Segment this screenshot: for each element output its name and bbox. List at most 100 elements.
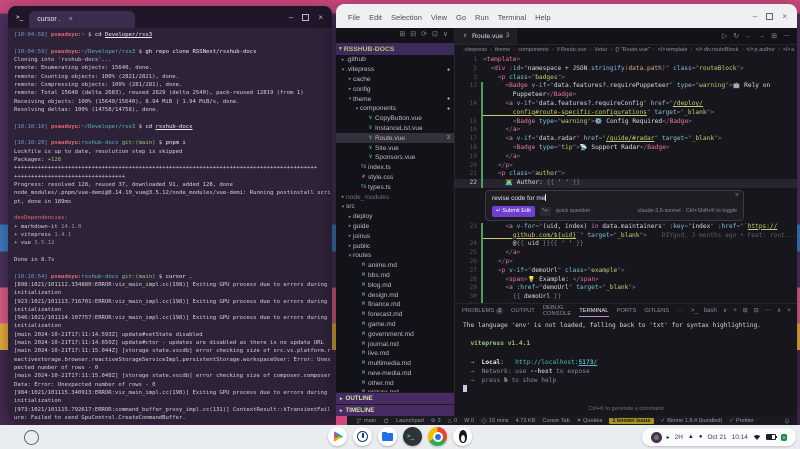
maximize-icon[interactable] <box>766 13 773 20</box>
tree-item-config[interactable]: ▸config <box>336 84 454 94</box>
breadcrumb-item[interactable]: theme <box>495 47 511 53</box>
tree-item-guide[interactable]: ▸guide <box>336 222 454 232</box>
status-item-3[interactable]: ⊘3 <box>431 418 441 424</box>
tree-item-copybutton-vue[interactable]: VCopyButton.vue <box>336 114 454 124</box>
quick-question-label[interactable]: quick question <box>556 207 590 216</box>
integrated-terminal[interactable]: The language 'env' is not loaded, fallin… <box>455 317 797 406</box>
tree-item--github[interactable]: ▸.github <box>336 55 454 65</box>
code-line[interactable]: 28 <span>💡 Example: </span> <box>455 276 797 285</box>
code-line[interactable]: Puppeteer</Badge> <box>455 91 797 100</box>
breadcrumb-item[interactable]: {} "Route.vue" <box>615 47 650 53</box>
play-store-icon[interactable] <box>328 427 347 446</box>
panel-tab-output[interactable]: OUTPUT <box>511 304 535 317</box>
menu-terminal[interactable]: Terminal <box>498 13 526 22</box>
breadcrumb-item[interactable]: </>a <box>783 47 794 53</box>
new-file-icon[interactable]: ⊞ <box>399 30 405 43</box>
tree-item-design-md[interactable]: Mdesign.md <box>336 290 454 300</box>
chevron-down-icon[interactable]: ∨ <box>443 30 448 43</box>
minimize-icon[interactable]: – <box>289 13 293 22</box>
linux-penguin-icon[interactable] <box>453 427 472 446</box>
code-line[interactable]: 18 <Badge type="tip">📡 Support Radar</Ba… <box>455 144 797 153</box>
code-line[interactable]: 27 <p v-if="demoUrl" class="example"> <box>455 267 797 276</box>
code-line[interactable]: 21 <p class="author"> <box>455 170 797 179</box>
code-line[interactable]: 20 </p> <box>455 162 797 171</box>
breadcrumb-item[interactable]: VRoute.vue <box>557 47 587 53</box>
code-line[interactable]: 30 {{ demoUrl }} <box>455 293 797 302</box>
menu-file[interactable]: File <box>348 13 360 22</box>
panel-tab-gitlens[interactable]: GITLENS <box>644 304 669 317</box>
code-line[interactable]: 17 <a v-if="data.radar" href="/guide/#ra… <box>455 135 797 144</box>
status-item-launchpad[interactable]: Launchpad <box>396 418 424 424</box>
breadcrumb-item[interactable]: </>div.routeBlock <box>695 47 738 53</box>
status-item-1-known-issue[interactable]: 1 known issue <box>609 418 653 424</box>
code-line[interactable]: 15 <Badge type="warning">⚙️ Config Requi… <box>455 118 797 127</box>
remote-indicator[interactable] <box>336 416 347 425</box>
code-line[interactable]: 2 <div :id="namespace + JSON.stringify(d… <box>455 65 797 74</box>
maximize-icon[interactable] <box>302 14 309 21</box>
tree-item-types-ts[interactable]: TStypes.ts <box>336 182 454 192</box>
tree-item--vitepress[interactable]: ▾.vitepress● <box>336 65 454 75</box>
code-line[interactable]: 16 </a> <box>455 126 797 135</box>
tree-item-route-vue[interactable]: VRoute.vue3 <box>336 133 454 143</box>
breadcrumb-item[interactable]: </>template <box>658 47 688 53</box>
close-panel-icon[interactable]: × <box>787 308 791 314</box>
tree-item-style-css[interactable]: #style.css <box>336 173 454 183</box>
ai-prompt-input[interactable]: revise code for me <box>492 194 737 203</box>
tree-item-routes[interactable]: ▾routes <box>336 251 454 261</box>
tree-item-sponsors-vue[interactable]: VSponsors.vue <box>336 153 454 163</box>
collapse-all-icon[interactable]: ⊡ <box>432 30 438 43</box>
tree-item-new-media-md[interactable]: Mnew-media.md <box>336 369 454 379</box>
status-item-prettier[interactable]: ✓Prettier <box>729 418 754 424</box>
launcher-button[interactable] <box>24 430 39 445</box>
terminal-app-icon[interactable]: >_ <box>403 427 422 446</box>
close-icon[interactable]: × <box>782 12 787 21</box>
menu-view[interactable]: View <box>431 13 447 22</box>
tree-item-index-ts[interactable]: TSindex.ts <box>336 163 454 173</box>
minimize-icon[interactable]: – <box>753 12 757 21</box>
breadcrumb-item[interactable]: components <box>518 47 548 53</box>
tab-route-vue[interactable]: V Route.vue 3 <box>455 28 517 44</box>
breadcrumb-item[interactable]: .vitepress <box>463 47 487 53</box>
kill-terminal-icon[interactable]: ⊟ <box>754 307 759 314</box>
code-line[interactable]: config#route-specific-configurations" ta… <box>455 109 797 118</box>
tree-item-journal-md[interactable]: Mjournal.md <box>336 339 454 349</box>
system-tray[interactable]: ▸ 2H ▲ ● Oct 21 10:14 ‹› <box>642 428 796 446</box>
breadcrumb-item[interactable]: </>p.author <box>746 47 775 53</box>
code-line[interactable]: 19 </a> <box>455 153 797 162</box>
code-line[interactable]: 24 @{{ uid }}{{ ' ' }} <box>455 240 797 249</box>
tree-item-joinus[interactable]: ▸joinus <box>336 231 454 241</box>
tree-item-blog-md[interactable]: Mblog.md <box>336 280 454 290</box>
code-line[interactable]: 23 <a v-for="(uid, index) in data.mainta… <box>455 223 797 232</box>
refresh-icon[interactable]: ⟳ <box>421 30 427 43</box>
status-item-0[interactable]: △0 <box>448 418 457 424</box>
status-item-4-73-kb[interactable]: 4.73 KB <box>516 418 536 424</box>
status-item--quokka[interactable]: ✦ Quokka <box>577 418 603 424</box>
tree-item-node-modules[interactable]: ▸node_modules <box>336 192 454 202</box>
tree-item-public[interactable]: ▸public <box>336 241 454 251</box>
tree-item-theme[interactable]: ▾theme● <box>336 94 454 104</box>
code-line[interactable]: 22 👨‍💻 Author: {{ ' ' }} <box>455 179 797 188</box>
tree-item-government-md[interactable]: Mgovernment.md <box>336 329 454 339</box>
notifications-bell-icon[interactable] <box>784 418 790 424</box>
status-item-sync[interactable] <box>383 418 389 424</box>
tree-item-live-md[interactable]: Mlive.md <box>336 349 454 359</box>
split-terminal-icon[interactable]: ⊞ <box>743 307 748 314</box>
status-item-biome-1-9-4-bundled-[interactable]: ✓Biome 1.9.4 (bundled) <box>661 418 723 424</box>
menu-run[interactable]: Run <box>475 13 489 22</box>
code-line[interactable]: 13 <Badge v-if="data.features?.requirePu… <box>455 82 797 91</box>
close-icon[interactable]: × <box>735 192 739 201</box>
breadcrumb-item[interactable]: Vetur <box>594 47 607 53</box>
tree-item-multimedia-md[interactable]: Mmultimedia.md <box>336 359 454 369</box>
status-item-w-0[interactable]: W 0 <box>464 418 474 424</box>
new-folder-icon[interactable]: ⊟ <box>410 30 416 43</box>
tree-item-deploy[interactable]: ▸deploy <box>336 212 454 222</box>
menu-go[interactable]: Go <box>456 13 466 22</box>
code-editor[interactable]: 1<template>2 <div :id="namespace + JSON.… <box>455 55 797 303</box>
tree-item-instancelist-vue[interactable]: VInstanceList.vue <box>336 124 454 134</box>
submit-edit-button[interactable]: ↵ Submit Edit <box>492 206 535 217</box>
back-icon[interactable]: ← <box>745 33 752 40</box>
terminal-tab[interactable]: cursor . × <box>29 11 135 28</box>
status-item-main[interactable]: main <box>356 418 376 424</box>
code-line[interactable]: 3 <p class="badges"> <box>455 74 797 83</box>
tree-item-anime-md[interactable]: Manime.md <box>336 261 454 271</box>
